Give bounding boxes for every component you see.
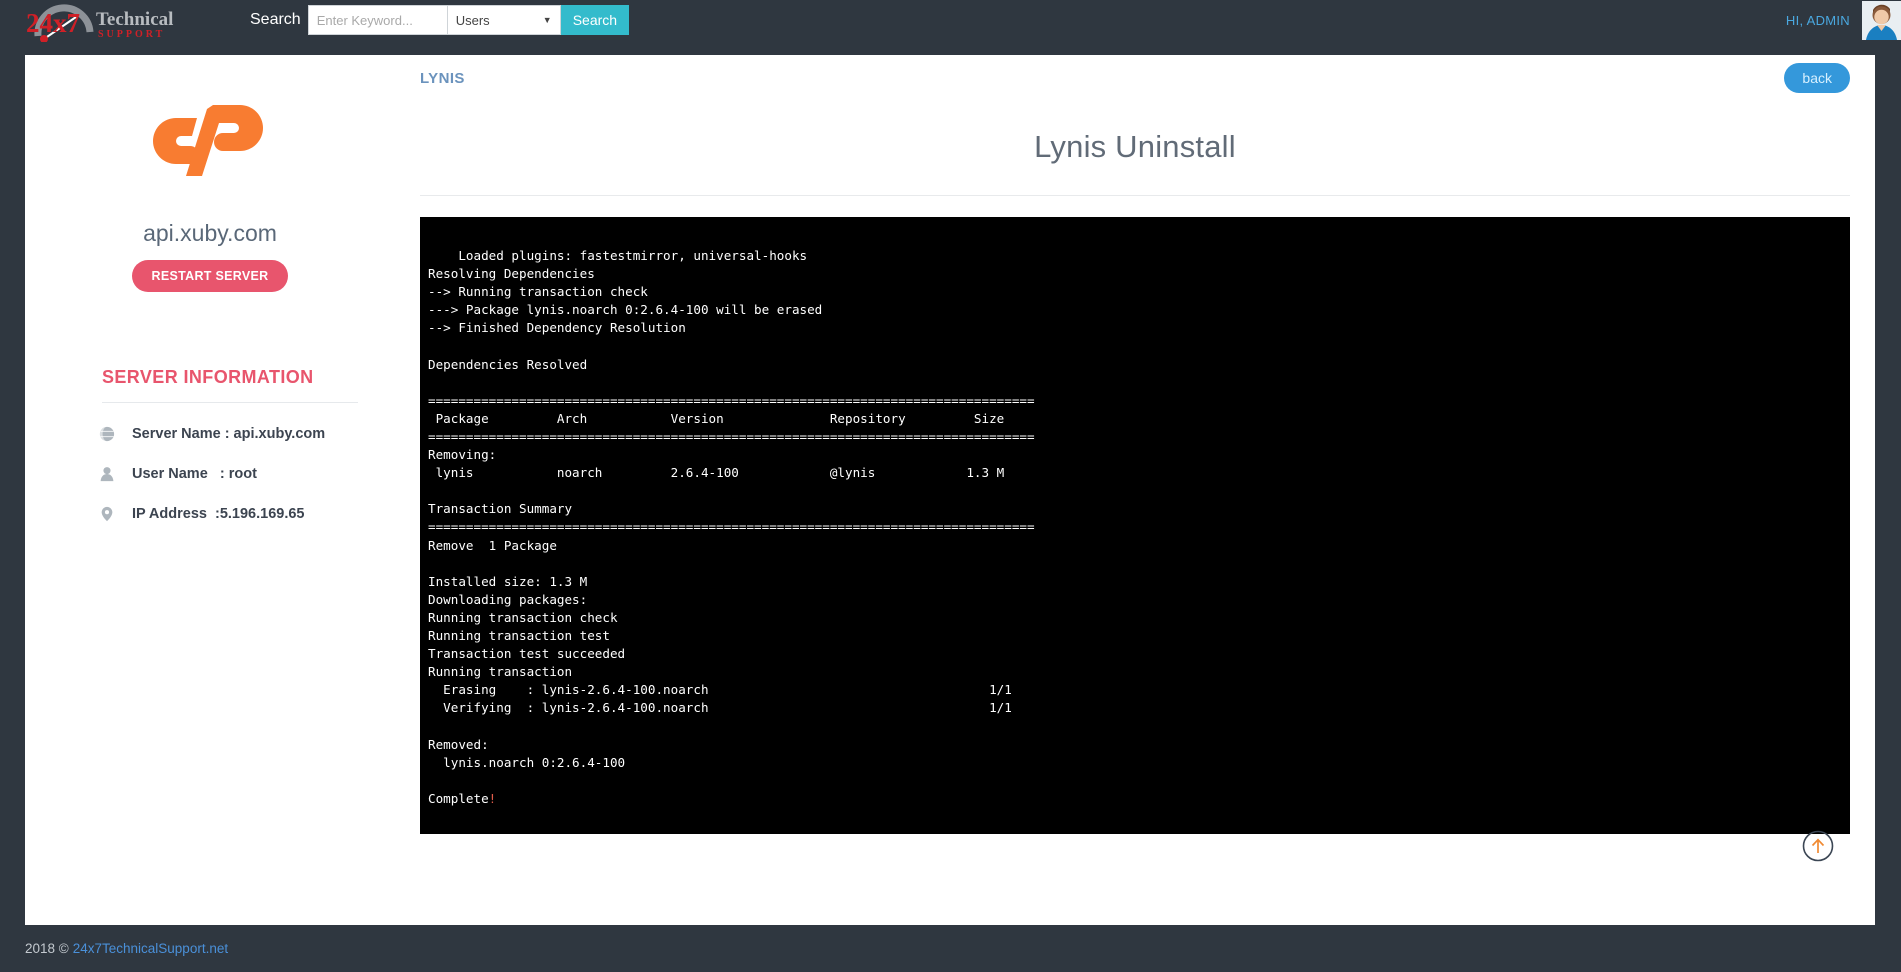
search-scope-wrapper: Users ▼ (447, 5, 561, 35)
info-label: Server Name : api.xuby.com (132, 426, 326, 442)
globe-icon (95, 426, 119, 442)
main-header: LYNIS back (420, 55, 1850, 93)
search-label: Search (250, 11, 301, 28)
search-scope-select[interactable]: Users (447, 5, 561, 35)
search-bar: Search Users ▼ Search (250, 3, 630, 37)
footer-link[interactable]: 24x7TechnicalSupport.net (73, 941, 228, 956)
terminal-text: Loaded plugins: fastestmirror, universal… (428, 248, 1035, 806)
breadcrumb: LYNIS (420, 69, 465, 87)
arrow-up-circle-icon (1802, 830, 1834, 862)
main-content: LYNIS back Lynis Uninstall Loaded plugin… (395, 55, 1875, 925)
content-panel: api.xuby.com RESTART SERVER SERVER INFOR… (25, 55, 1875, 925)
info-label: IP Address :5.196.169.65 (132, 506, 305, 522)
svg-text:SUPPORT: SUPPORT (98, 29, 165, 40)
sidebar: api.xuby.com RESTART SERVER SERVER INFOR… (25, 55, 395, 925)
terminal-output: Loaded plugins: fastestmirror, universal… (420, 217, 1850, 834)
divider (102, 402, 358, 403)
info-row-user-name: User Name : root (95, 457, 395, 491)
terminal-complete-bang: ! (488, 790, 497, 806)
location-icon (95, 506, 119, 522)
page-title: Lynis Uninstall (1034, 129, 1236, 164)
back-button[interactable]: back (1784, 63, 1850, 93)
svg-text:Technical: Technical (96, 9, 173, 30)
admin-account-area[interactable]: HI, ADMIN (1774, 0, 1901, 41)
restart-server-button[interactable]: RESTART SERVER (131, 260, 289, 292)
server-information-heading: SERVER INFORMATION (102, 367, 314, 387)
info-row-ip-address: IP Address :5.196.169.65 (95, 497, 395, 531)
info-row-server-name: Server Name : api.xuby.com (95, 417, 395, 451)
site-logo[interactable]: 24x7 Technical SUPPORT (18, 2, 198, 43)
admin-greeting: HI, ADMIN (1785, 13, 1850, 28)
search-button[interactable]: Search (560, 5, 630, 35)
logo-graphic: 24x7 Technical SUPPORT (26, 4, 173, 43)
avatar[interactable] (1862, 1, 1901, 40)
scroll-to-top-button[interactable] (1802, 830, 1834, 862)
info-label: User Name : root (132, 466, 257, 482)
server-information-list: Server Name : api.xuby.com User Name : r… (95, 417, 395, 531)
footer-copyright: 2018 © (25, 941, 69, 956)
cpanel-logo-icon (153, 105, 263, 176)
search-input[interactable] (307, 5, 448, 35)
user-icon (95, 466, 119, 482)
footer: 2018 © 24x7TechnicalSupport.net (0, 925, 1901, 972)
top-bar: 24x7 Technical SUPPORT Search Users ▼ Se… (0, 0, 1901, 43)
divider (420, 195, 1850, 196)
server-hostname: api.xuby.com (143, 220, 277, 246)
avatar-photo (1862, 1, 1901, 40)
svg-text:24x7: 24x7 (26, 8, 80, 38)
